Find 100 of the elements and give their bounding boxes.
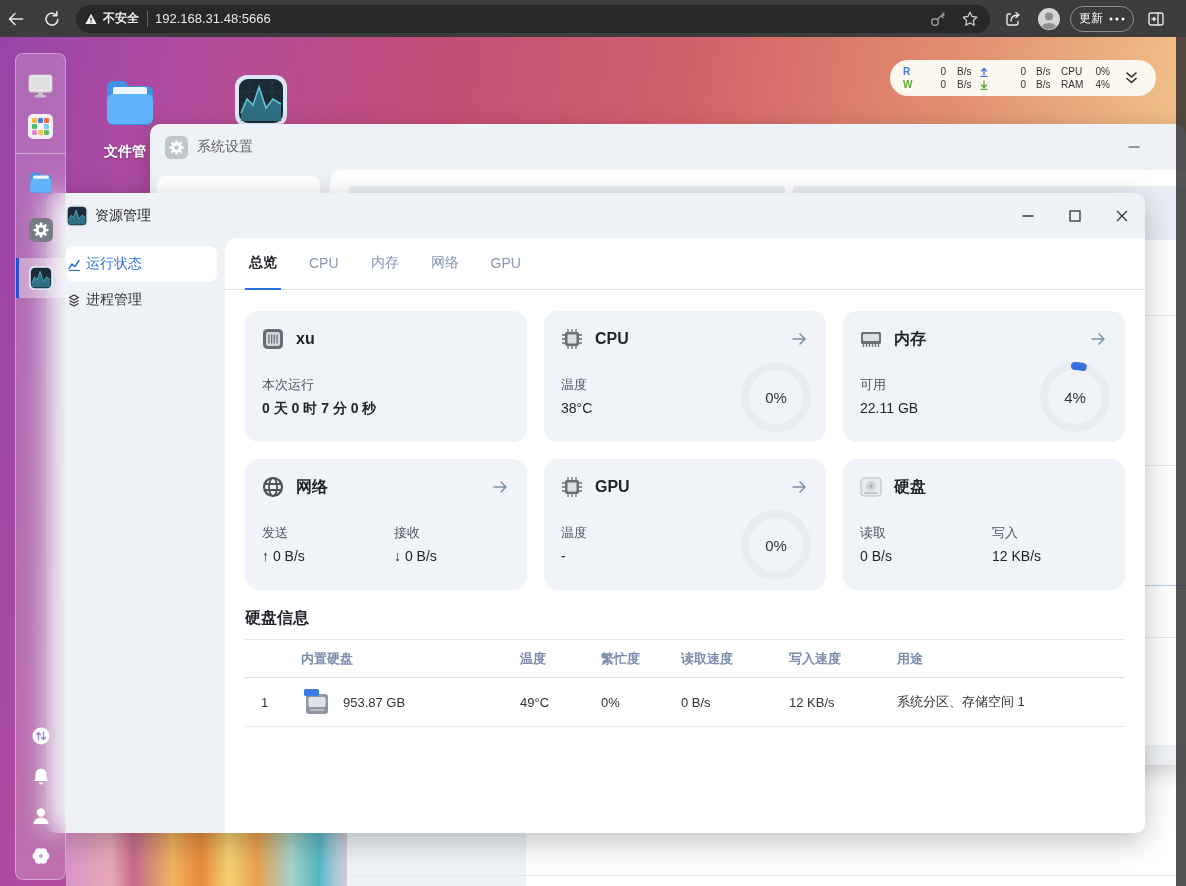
tab[interactable]: 网络 [426,238,463,290]
app-grid-icon[interactable] [28,113,53,139]
arrow-right-icon[interactable] [792,481,806,493]
arrow-right-icon[interactable] [493,481,507,493]
field-value: 0 天 0 时 7 分 0 秒 [262,399,377,418]
drive-icon [304,689,330,715]
card-title: 硬盘 [894,476,926,497]
channel-label: W [903,78,913,91]
field-label: 可用 [860,376,886,394]
field-value: 22.11 GB [860,399,919,418]
gauge-reading: 0% [765,536,787,554]
maximize-icon[interactable] [1069,209,1081,222]
line-chart-icon [66,204,88,227]
monitor-icon[interactable] [28,73,53,99]
field-label: 本次运行 [262,376,314,394]
column-header: 温度 [520,639,601,678]
gauge-reading: 0% [765,388,787,406]
avatar-icon[interactable] [1038,7,1060,30]
url-text: 192.168.31.48:5666 [155,11,271,26]
gear-icon [165,135,188,159]
window-title: 系统设置 [197,138,253,156]
icon-label[interactable]: 文件管 [104,143,146,161]
speed-value: 0 [1020,78,1026,91]
server-icon [262,328,284,350]
card-title: xu [296,330,315,348]
security-button[interactable]: 不安全 [85,8,139,29]
unit-label: B/s [957,78,972,91]
line-chart-icon [68,257,80,271]
chip-icon [561,328,583,350]
close-icon[interactable] [1116,209,1128,222]
more-icon [1109,16,1125,21]
line-chart-icon [28,266,53,290]
globe-icon [262,476,284,498]
column-header: 内置硬盘 [301,639,520,678]
field-label: 接收 [394,524,420,542]
row-number: 1 [245,677,301,727]
speed-value: 0 [1020,65,1026,78]
field-value: 12 KB/s [992,547,1042,566]
tab[interactable]: CPU [305,238,343,290]
download-icon [980,79,988,90]
field-label: 读取 [860,524,886,542]
tab[interactable]: GPU [486,238,525,290]
warning-icon [85,12,97,25]
speed-value: 0 [940,65,946,78]
star-icon[interactable] [962,10,978,27]
section-title: 硬盘信息 [245,608,309,628]
folder-icon [28,170,53,194]
table-cell: 0 B/s [681,677,789,727]
metric-label: CPU [1061,65,1083,78]
table-cell: 系统分区、存储空间 1 [897,677,1125,727]
field-value: 0 B/s [860,547,892,566]
tab[interactable]: 总览 [245,238,281,290]
upload-icon [980,66,988,77]
transfer-icon[interactable] [31,727,50,745]
key-icon[interactable] [930,10,946,27]
share-icon[interactable] [1005,10,1021,27]
metric-label: RAM [1061,78,1084,91]
sidebar-item[interactable]: 运行状态 [66,246,217,282]
field-value: 38°C [561,399,593,418]
card-title: GPU [595,478,630,496]
tab[interactable]: 内存 [366,238,403,290]
table-cell: 0% [601,677,681,727]
channel-label: R [903,65,911,78]
back-icon[interactable] [8,10,24,27]
arrow-right-icon[interactable] [1091,333,1105,345]
bell-icon[interactable] [31,767,50,785]
field-label: 发送 [262,524,288,542]
ring-gauge [1040,362,1110,432]
gauge-reading: 4% [1064,388,1086,406]
flower-icon[interactable] [31,847,50,865]
card-title: 内存 [894,328,926,349]
dock-item[interactable] [16,258,65,298]
unit-label: B/s [957,65,972,78]
table-cell: 49°C [520,677,601,727]
sidebar-icon[interactable] [1148,10,1164,27]
arrow-right-icon[interactable] [792,333,806,345]
card-title: 网络 [296,476,328,497]
layers-icon [68,293,80,307]
line-chart-icon[interactable] [235,75,287,127]
column-header: 繁忙度 [601,639,681,678]
field-label: 温度 [561,524,587,542]
column-header: 用途 [897,639,1125,678]
address-field[interactable]: 不安全 192.168.31.48:5666 [76,4,990,33]
field-value: ↓ 0 B/s [394,547,437,566]
speed-value: 0 [940,78,946,91]
column-header: 读取速度 [681,639,789,678]
table-cell: 953.87 GB [343,694,406,710]
chip-icon [561,476,583,498]
user-icon[interactable] [31,807,50,825]
field-label: 写入 [992,524,1018,542]
metric-value: 0% [1095,65,1110,78]
column-header: 写入速度 [789,639,897,678]
metric-value: 4% [1095,78,1110,91]
unit-label: B/s [1036,65,1051,78]
table-cell: 12 KB/s [789,677,897,727]
drive-icon [860,476,882,498]
field-value: ↑ 0 B/s [262,547,305,566]
double-chevron-icon[interactable] [1126,72,1137,84]
sidebar-item[interactable]: 进程管理 [66,282,217,318]
reload-icon[interactable] [44,10,60,27]
